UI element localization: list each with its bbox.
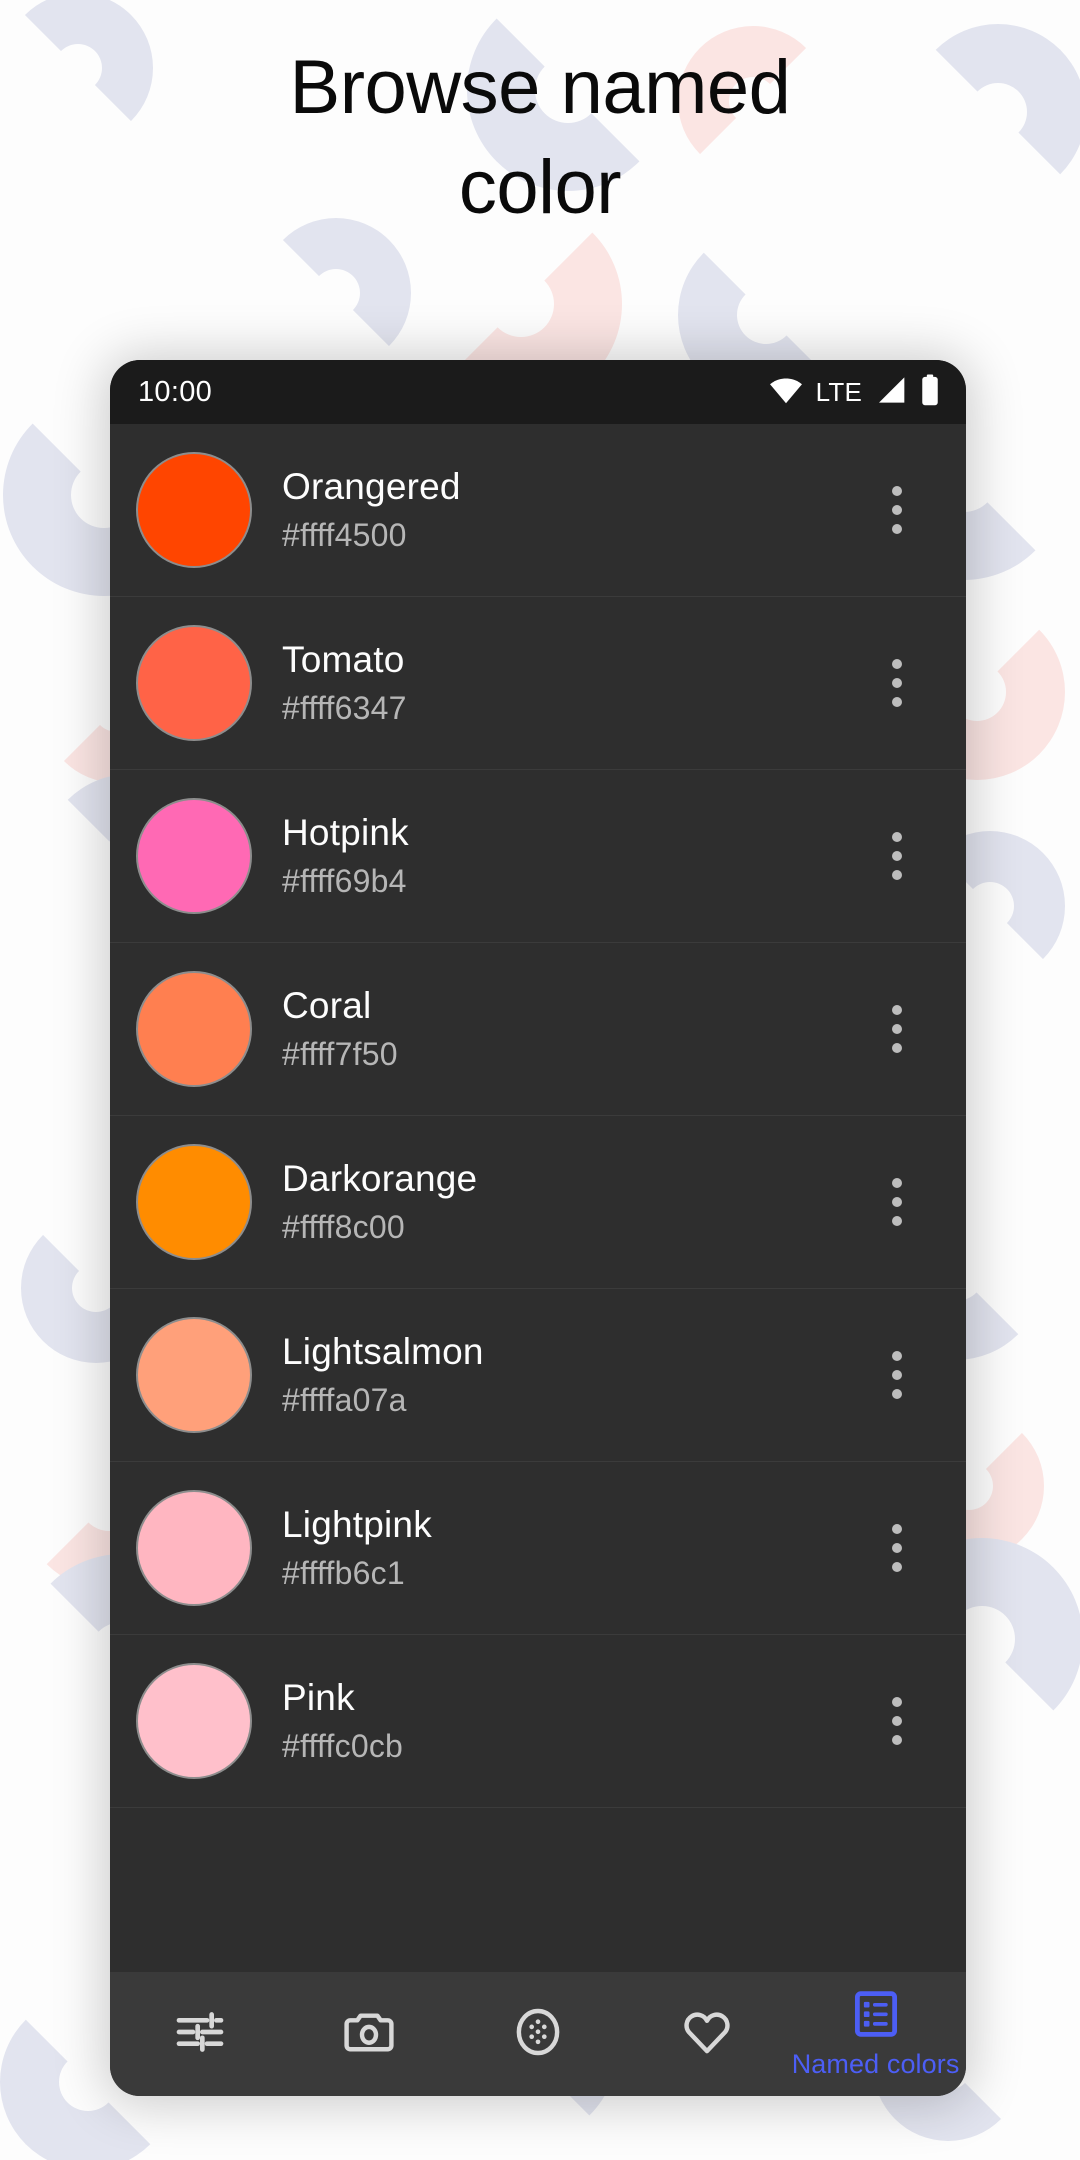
overflow-dot (892, 1716, 902, 1726)
status-bar-clock: 10:00 (138, 375, 213, 408)
color-list-item[interactable]: Darkorange #ffff8c00 (110, 1116, 966, 1289)
overflow-dot (892, 851, 902, 861)
color-hex-value: #ffff8c00 (282, 1209, 405, 1245)
named-colors-list[interactable]: Orangered #ffff4500 Tomato #ffff6347 Hotpink… (110, 424, 966, 1972)
color-name: Orangered (282, 466, 461, 507)
overflow-dot (892, 1005, 902, 1015)
page-title-line-2: color (458, 145, 622, 231)
color-hex-value: #ffff4500 (282, 517, 407, 553)
color-swatch (136, 798, 252, 914)
overflow-dot (892, 1043, 902, 1053)
color-list-item[interactable]: Coral #ffff7f50 (110, 943, 966, 1116)
overflow-dot (892, 678, 902, 688)
named-colors-list-icon (850, 1988, 902, 2045)
status-bar: 10:00 LTE (110, 360, 966, 424)
color-swatch (136, 1490, 252, 1606)
color-list-item[interactable]: Pink #ffffc0cb (110, 1635, 966, 1808)
color-swatch (136, 625, 252, 741)
overflow-dot (892, 1562, 902, 1572)
phone-mockup: 10:00 LTE Orangered #ffff4500 Tomato #ff… (110, 360, 966, 2096)
overflow-dot (892, 1178, 902, 1188)
overflow-menu-icon[interactable] (874, 1343, 920, 1407)
color-swatch (136, 1144, 252, 1260)
color-row-text: Coral #ffff7f50 (282, 985, 874, 1073)
lte-label: LTE (815, 376, 862, 407)
nav-item-label: Named colors (791, 2049, 960, 2079)
color-row-text: Darkorange #ffff8c00 (282, 1158, 874, 1246)
overflow-dot (892, 1197, 902, 1207)
color-row-text: Lightsalmon #ffffa07a (282, 1331, 874, 1419)
overflow-dot (892, 505, 902, 515)
overflow-dot (892, 1351, 902, 1361)
overflow-menu-icon[interactable] (874, 824, 920, 888)
color-row-text: Lightpink #ffffb6c1 (282, 1504, 874, 1592)
overflow-menu-icon[interactable] (874, 1516, 920, 1580)
color-row-text: Orangered #ffff4500 (282, 466, 874, 554)
color-palette-icon (510, 2004, 566, 2065)
overflow-dot (892, 1389, 902, 1399)
page-title-line-1: Browse named (289, 45, 791, 130)
color-name: Pink (282, 1677, 355, 1718)
overflow-dot (892, 486, 902, 496)
overflow-dot (892, 832, 902, 842)
color-name: Hotpink (282, 812, 409, 853)
color-name: Tomato (282, 639, 405, 680)
color-hex-value: #ffff69b4 (282, 863, 407, 899)
color-list-item[interactable]: Lightsalmon #ffffa07a (110, 1289, 966, 1462)
color-hex-value: #ffffb6c1 (282, 1555, 405, 1591)
overflow-dot (892, 524, 902, 534)
color-list-item[interactable]: Orangered #ffff4500 (110, 424, 966, 597)
overflow-menu-icon[interactable] (874, 478, 920, 542)
color-name: Darkorange (282, 1158, 478, 1199)
status-bar-icons: LTE (769, 374, 940, 411)
color-name: Lightsalmon (282, 1331, 484, 1372)
color-swatch (136, 971, 252, 1087)
color-list-item[interactable]: Lightpink #ffffb6c1 (110, 1462, 966, 1635)
color-row-text: Tomato #ffff6347 (282, 639, 874, 727)
color-hex-value: #ffff6347 (282, 690, 407, 726)
background-arc (261, 217, 411, 368)
overflow-menu-icon[interactable] (874, 997, 920, 1061)
color-hex-value: #ffffc0cb (282, 1728, 404, 1764)
battery-icon (920, 374, 940, 411)
cellular-signal-icon (875, 376, 907, 409)
heart-icon (679, 2004, 735, 2065)
color-swatch (136, 1317, 252, 1433)
overflow-dot (892, 1524, 902, 1534)
overflow-dot (892, 1216, 902, 1226)
nav-item-named-colors-list[interactable]: Named colors (791, 1972, 960, 2096)
overflow-dot (892, 659, 902, 669)
nav-item-camera[interactable] (285, 1972, 454, 2096)
color-list-item[interactable]: Tomato #ffff6347 (110, 597, 966, 770)
color-hex-value: #ffff7f50 (282, 1036, 398, 1072)
nav-item-tune-sliders[interactable] (116, 1972, 285, 2096)
color-swatch (136, 452, 252, 568)
overflow-dot (892, 1735, 902, 1745)
wifi-icon (769, 376, 803, 409)
color-list-item[interactable]: Hotpink #ffff69b4 (110, 770, 966, 943)
overflow-dot (892, 697, 902, 707)
tune-sliders-icon (172, 2004, 228, 2065)
camera-icon (341, 2004, 397, 2065)
overflow-dot (892, 1543, 902, 1553)
overflow-dot (892, 1024, 902, 1034)
overflow-menu-icon[interactable] (874, 1689, 920, 1753)
color-row-text: Hotpink #ffff69b4 (282, 812, 874, 900)
color-row-text: Pink #ffffc0cb (282, 1677, 874, 1765)
bottom-navigation-bar[interactable]: Named colors (110, 1972, 966, 2096)
nav-item-heart[interactable] (622, 1972, 791, 2096)
color-hex-value: #ffffa07a (282, 1382, 407, 1418)
overflow-menu-icon[interactable] (874, 1170, 920, 1234)
color-swatch (136, 1663, 252, 1779)
overflow-dot (892, 1370, 902, 1380)
color-name: Lightpink (282, 1504, 432, 1545)
color-name: Coral (282, 985, 372, 1026)
overflow-dot (892, 870, 902, 880)
overflow-menu-icon[interactable] (874, 651, 920, 715)
overflow-dot (892, 1697, 902, 1707)
page-title: Browse named color (0, 38, 1080, 239)
nav-item-color-palette[interactable] (454, 1972, 623, 2096)
